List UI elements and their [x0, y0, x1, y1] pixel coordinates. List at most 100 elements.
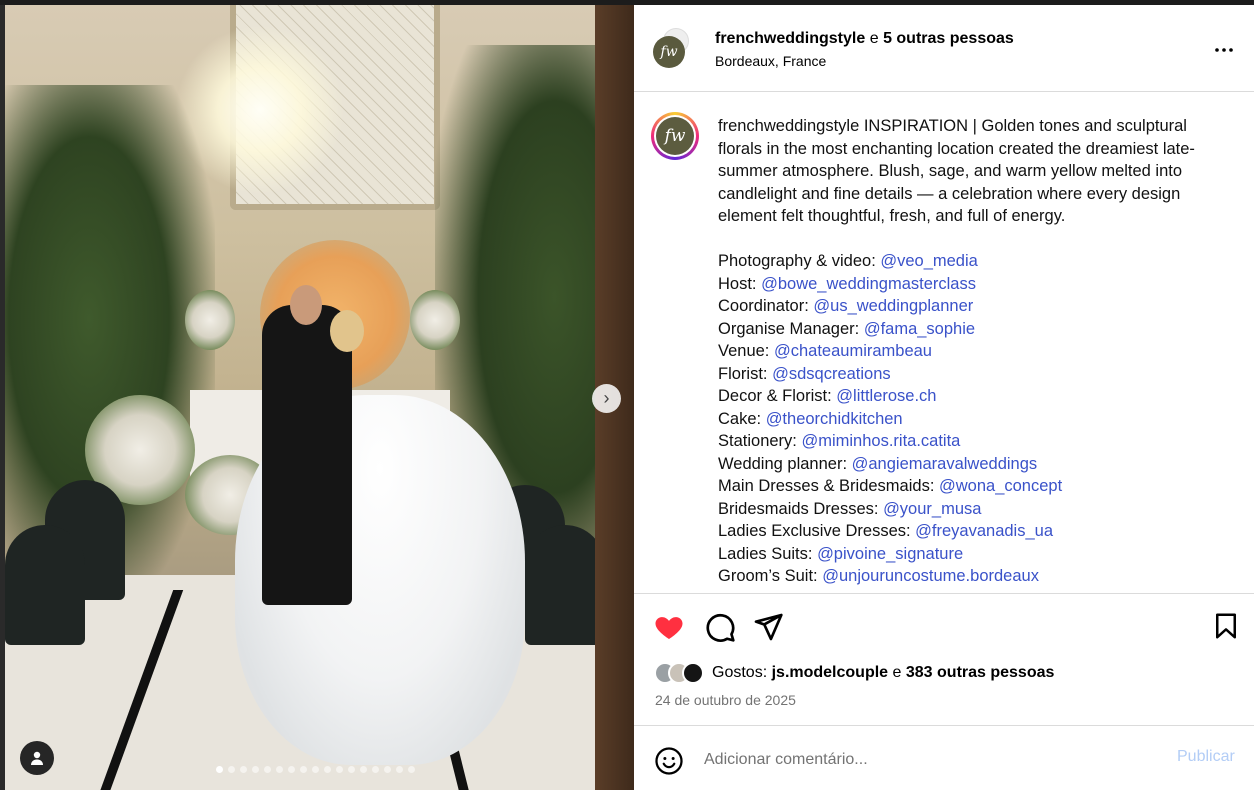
credit-line: Florist: @sdsqcreations: [718, 363, 1228, 386]
credit-mention-link[interactable]: @angiemaravalweddings: [852, 455, 1038, 473]
credit-mention-link[interactable]: @veo_media: [880, 252, 977, 270]
credit-label: Florist:: [718, 364, 773, 383]
tagged-users-button[interactable]: [20, 741, 54, 775]
comment-input[interactable]: [704, 748, 1154, 772]
credit-label: Organise Manager:: [718, 319, 864, 338]
credit-line: Stationery: @miminhos.rita.catita: [718, 430, 1228, 453]
likes-user[interactable]: js.modelcouple: [772, 664, 888, 681]
avatar: fw: [656, 117, 694, 155]
credit-mention-link[interactable]: @bowe_weddingmasterclass: [761, 275, 976, 293]
carousel-next-button[interactable]: ›: [592, 384, 621, 413]
post-header: fw frenchweddingstyle e 5 outras pessoas…: [634, 5, 1254, 92]
credit-mention-link[interactable]: @littlerose.ch: [836, 387, 936, 405]
credit-mention-link[interactable]: @wona_concept: [939, 477, 1062, 495]
credit-line: Organise Manager: @fama_sophie: [718, 318, 1228, 341]
post-details-panel: fw frenchweddingstyle e 5 outras pessoas…: [634, 5, 1254, 790]
bride-head: [330, 310, 364, 352]
credit-line: Photography & video: @veo_media: [718, 250, 1228, 273]
credit-mention-link[interactable]: @theorchidkitchen: [766, 410, 903, 428]
post-date[interactable]: 24 de outubro de 2025: [655, 692, 796, 708]
carousel-dot: [348, 766, 355, 773]
author-username[interactable]: frenchweddingstyle: [715, 30, 865, 47]
like-button[interactable]: [653, 611, 685, 643]
carousel-dot: [276, 766, 283, 773]
carousel-dot: [228, 766, 235, 773]
credit-mention-link[interactable]: @chateaumirambeau: [774, 342, 932, 360]
flower-arrangement: [185, 290, 235, 350]
share-button[interactable]: [752, 611, 784, 643]
carousel-dot: [252, 766, 259, 773]
chair: [525, 525, 605, 645]
emoji-icon: [655, 747, 683, 775]
carousel-indicators: [216, 766, 415, 773]
save-button[interactable]: [1211, 611, 1243, 643]
flower-arrangement: [410, 290, 460, 350]
credit-label: Photography & video:: [718, 252, 881, 270]
likes-conjunction: e: [892, 664, 902, 681]
story-avatar[interactable]: fw: [651, 112, 699, 160]
liker-avatar[interactable]: [682, 662, 704, 684]
send-icon: [754, 613, 783, 641]
credit-mention-link[interactable]: @miminhos.rita.catita: [801, 432, 960, 450]
collab-conjunction: e: [869, 30, 879, 47]
emoji-button[interactable]: [654, 746, 684, 776]
caption-username[interactable]: frenchweddingstyle: [718, 117, 859, 135]
heart-filled-icon: [655, 617, 683, 639]
chevron-right-icon: ›: [603, 388, 610, 408]
credit-label: Venue:: [718, 342, 774, 360]
post-location[interactable]: Bordeaux, France: [715, 53, 826, 69]
credit-label: Groom’s Suit:: [718, 567, 823, 585]
credit-line: Host: @bowe_weddingmasterclass: [718, 273, 1228, 296]
credit-mention-link[interactable]: @sdsqcreations: [772, 365, 891, 383]
credit-label: Cake:: [718, 409, 766, 428]
credit-line: Ladies Exclusive Dresses: @freyavanadis_…: [718, 520, 1228, 543]
credit-line: Cake: @theorchidkitchen: [718, 408, 1228, 431]
credit-label: Host:: [718, 274, 762, 293]
caption-area[interactable]: fw frenchweddingstyle INSPIRATION | Gold…: [634, 93, 1254, 593]
credit-line: Wedding planner: @angiemaravalweddings: [718, 453, 1228, 476]
caption-intro: frenchweddingstyle INSPIRATION | Golden …: [718, 115, 1228, 228]
post-author-line: frenchweddingstyle e 5 outras pessoas: [715, 30, 1014, 48]
credit-mention-link[interactable]: @fama_sophie: [864, 320, 975, 338]
carousel-dot: [408, 766, 415, 773]
credit-mention-link[interactable]: @your_musa: [883, 500, 981, 518]
carousel-dot: [240, 766, 247, 773]
likes-summary: Gostos: js.modelcouple e 383 outras pess…: [654, 660, 1054, 686]
credit-line: Coordinator: @us_weddingplanner: [718, 295, 1228, 318]
carousel-dot: [300, 766, 307, 773]
groom-head: [290, 285, 322, 325]
comment-icon: [706, 613, 735, 642]
action-bar: Gostos: js.modelcouple e 383 outras pess…: [634, 593, 1254, 731]
credit-line: Decor & Florist: @littlerose.ch: [718, 385, 1228, 408]
groom: [262, 305, 352, 605]
carousel-dot: [384, 766, 391, 773]
more-options-button[interactable]: [1212, 38, 1236, 62]
carousel-dot: [312, 766, 319, 773]
credit-label: Wedding planner:: [718, 454, 852, 473]
credit-mention-link[interactable]: @us_weddingplanner: [813, 297, 973, 315]
likes-others[interactable]: 383 outras pessoas: [906, 664, 1055, 681]
credit-label: Ladies Suits:: [718, 544, 818, 563]
credit-label: Main Dresses & Bridesmaids:: [718, 477, 939, 495]
publish-button[interactable]: Publicar: [1177, 748, 1235, 766]
credit-line: Ladies Suits: @pivoine_signature: [718, 543, 1228, 566]
carousel-dot: [372, 766, 379, 773]
credit-label: Bridesmaids Dresses:: [718, 499, 884, 518]
caption-text: frenchweddingstyle INSPIRATION | Golden …: [718, 115, 1228, 588]
credit-mention-link[interactable]: @pivoine_signature: [817, 545, 963, 563]
credit-label: Stationery:: [718, 432, 802, 450]
comment-button[interactable]: [704, 611, 736, 643]
collab-others[interactable]: 5 outras pessoas: [883, 30, 1014, 47]
avatar[interactable]: fw: [653, 36, 685, 68]
post-photo[interactable]: [5, 5, 634, 790]
credit-label: Decor & Florist:: [718, 387, 837, 405]
carousel-dot: [216, 766, 223, 773]
credit-label: Coordinator:: [718, 297, 814, 315]
carousel-dot: [396, 766, 403, 773]
more-horizontal-icon: [1215, 48, 1233, 52]
credit-mention-link[interactable]: @unjouruncostume.bordeaux: [822, 567, 1039, 585]
likes-text: Gostos: js.modelcouple e 383 outras pess…: [712, 664, 1054, 682]
carousel-dot: [360, 766, 367, 773]
credit-mention-link[interactable]: @freyavanadis_ua: [915, 522, 1053, 540]
carousel-dot: [336, 766, 343, 773]
